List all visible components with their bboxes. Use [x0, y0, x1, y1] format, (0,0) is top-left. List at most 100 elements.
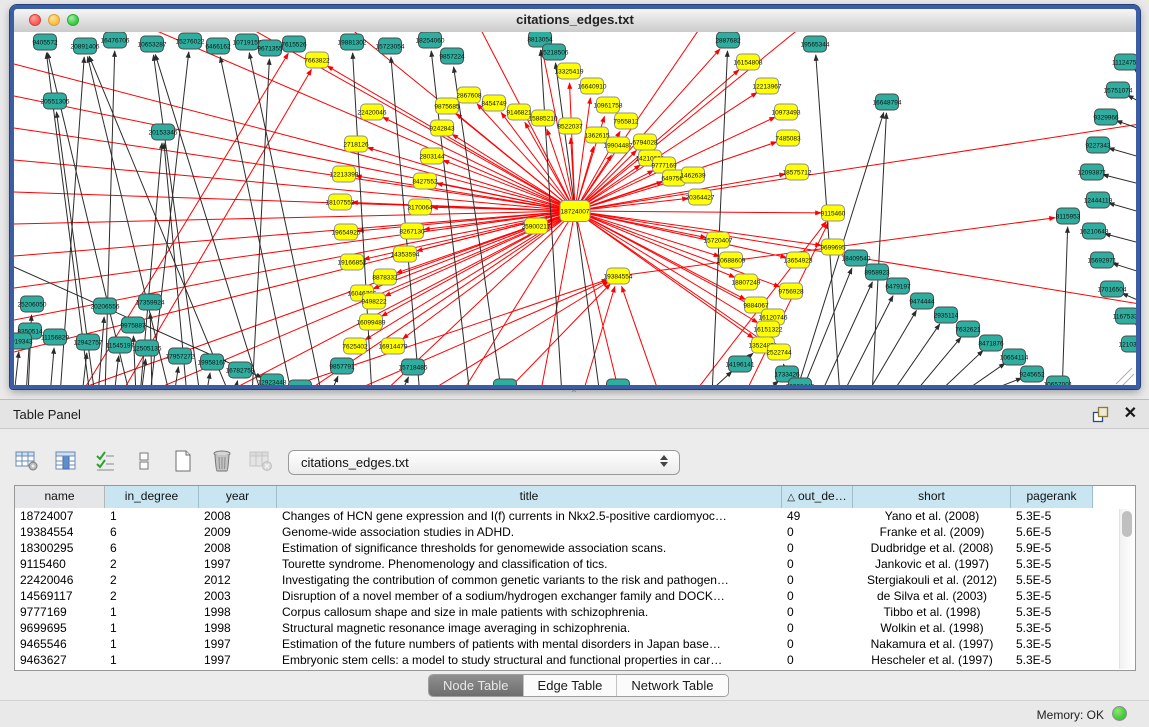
tab-node-table[interactable]: Node Table [429, 675, 523, 696]
table-cell[interactable]: 2 [105, 588, 199, 604]
table-cell[interactable]: 5.3E-5 [1011, 508, 1093, 524]
table-cell[interactable]: 5.6E-5 [1011, 524, 1093, 540]
split-pane-handle[interactable]: ⌃ [567, 390, 581, 399]
table-cell[interactable]: 1998 [199, 620, 277, 636]
table-cell[interactable]: 0 [782, 652, 853, 668]
tab-edge-table[interactable]: Edge Table [523, 675, 617, 696]
table-cell[interactable]: 1 [105, 652, 199, 668]
table-settings-icon[interactable] [14, 448, 40, 474]
table-row[interactable]: 2242004622012Investigating the contribut… [15, 572, 1135, 588]
tab-network-table[interactable]: Network Table [616, 675, 727, 696]
table-cell[interactable]: 5.9E-5 [1011, 540, 1093, 556]
table-cell[interactable]: Wolkin et al. (1998) [853, 620, 1011, 636]
table-cell[interactable]: 22420046 [15, 572, 105, 588]
select-columns-icon[interactable] [92, 448, 118, 474]
table-cell[interactable]: 6 [105, 524, 199, 540]
network-canvas[interactable]: 9405572208914061647670610653287152760226… [14, 32, 1136, 385]
table-cell[interactable]: Yano et al. (2008) [853, 508, 1011, 524]
table-cell[interactable]: 19384554 [15, 524, 105, 540]
table-cell[interactable]: 1 [105, 636, 199, 652]
table-cell[interactable]: 1998 [199, 604, 277, 620]
table-cell[interactable]: 1997 [199, 636, 277, 652]
column-header-pagerank[interactable]: pagerank [1011, 486, 1093, 508]
table-cell[interactable]: 5.3E-5 [1011, 652, 1093, 668]
table-cell[interactable]: 0 [782, 556, 853, 572]
table-cell[interactable]: 9463627 [15, 652, 105, 668]
table-cell[interactable]: Changes of HCN gene expression and I(f) … [277, 508, 782, 524]
show-columns-icon[interactable] [53, 448, 79, 474]
table-cell[interactable]: 0 [782, 604, 853, 620]
table-cell[interactable]: 2003 [199, 588, 277, 604]
table-cell[interactable]: 1 [105, 508, 199, 524]
table-cell[interactable]: de Silva et al. (2003) [853, 588, 1011, 604]
network-canvas-area[interactable]: 9405572208914061647670610653287152760226… [14, 32, 1136, 385]
table-cell[interactable]: 18724007 [15, 508, 105, 524]
table-cell[interactable]: Tourette syndrome. Phenomenology and cla… [277, 556, 782, 572]
table-cell[interactable]: 14569117 [15, 588, 105, 604]
minimize-window-button[interactable] [48, 14, 60, 26]
delete-column-icon[interactable] [209, 448, 235, 474]
table-cell[interactable]: 1 [105, 604, 199, 620]
table-cell[interactable]: Hescheler et al. (1997) [853, 652, 1011, 668]
table-cell[interactable]: 1997 [199, 556, 277, 572]
table-scrollbar[interactable] [1119, 509, 1135, 669]
table-row[interactable]: 946362711997Embryonic stem cells: a mode… [15, 652, 1135, 668]
table-cell[interactable]: Jankovic et al. (1997) [853, 556, 1011, 572]
memory-ok-indicator[interactable] [1112, 706, 1127, 721]
table-cell[interactable]: Disruption of a novel member of a sodium… [277, 588, 782, 604]
table-cell[interactable]: 2012 [199, 572, 277, 588]
table-cell[interactable]: 2 [105, 572, 199, 588]
table-cell[interactable]: Embryonic stem cells: a model to study s… [277, 652, 782, 668]
table-cell[interactable]: 5.3E-5 [1011, 620, 1093, 636]
table-cell[interactable]: Tibbo et al. (1998) [853, 604, 1011, 620]
scrollbar-thumb[interactable] [1122, 511, 1132, 537]
column-header-name[interactable]: name [15, 486, 105, 508]
table-cell[interactable]: 0 [782, 524, 853, 540]
table-cell[interactable]: 49 [782, 508, 853, 524]
close-window-button[interactable] [29, 14, 41, 26]
table-cell[interactable]: 0 [782, 572, 853, 588]
table-row[interactable]: 911546021997Tourette syndrome. Phenomeno… [15, 556, 1135, 572]
new-column-icon[interactable] [170, 448, 196, 474]
table-cell[interactable]: 6 [105, 540, 199, 556]
table-cell[interactable]: Estimation of the future numbers of pati… [277, 636, 782, 652]
table-cell[interactable]: 9465546 [15, 636, 105, 652]
column-header-title[interactable]: title [277, 486, 782, 508]
table-selector-dropdown[interactable]: citations_edges.txt [288, 450, 680, 475]
network-window-titlebar[interactable]: citations_edges.txt [14, 9, 1136, 33]
table-row[interactable]: 969969511998Structural magnetic resonanc… [15, 620, 1135, 636]
delete-table-icon[interactable] [248, 448, 274, 474]
close-panel-icon[interactable]: ✕ [1124, 404, 1137, 424]
table-cell[interactable]: Dudbridge et al. (2008) [853, 540, 1011, 556]
column-header-short[interactable]: short [853, 486, 1011, 508]
table-cell[interactable]: 18300295 [15, 540, 105, 556]
table-row[interactable]: 1830029562008Estimation of significance … [15, 540, 1135, 556]
table-row[interactable]: 1456911722003Disruption of a novel membe… [15, 588, 1135, 604]
table-cell[interactable]: 2008 [199, 540, 277, 556]
table-cell[interactable]: 5.3E-5 [1011, 556, 1093, 572]
row-height-icon[interactable] [131, 448, 157, 474]
table-cell[interactable]: 1997 [199, 652, 277, 668]
graph-node[interactable] [289, 380, 312, 385]
table-cell[interactable]: 2 [105, 556, 199, 572]
table-row[interactable]: 946554611997Estimation of the future num… [15, 636, 1135, 652]
table-cell[interactable]: Structural magnetic resonance image aver… [277, 620, 782, 636]
zoom-window-button[interactable] [67, 14, 79, 26]
table-row[interactable]: 1938455462009Genome-wide association stu… [15, 524, 1135, 540]
table-cell[interactable]: 0 [782, 620, 853, 636]
table-cell[interactable]: Genome-wide association studies in ADHD. [277, 524, 782, 540]
table-cell[interactable]: 1 [105, 620, 199, 636]
table-cell[interactable]: 5.3E-5 [1011, 636, 1093, 652]
table-cell[interactable]: 0 [782, 636, 853, 652]
table-cell[interactable]: 9777169 [15, 604, 105, 620]
table-cell[interactable]: 9699695 [15, 620, 105, 636]
table-cell[interactable]: 0 [782, 588, 853, 604]
table-cell[interactable]: 9115460 [15, 556, 105, 572]
table-cell[interactable]: 2009 [199, 524, 277, 540]
table-cell[interactable]: 2008 [199, 508, 277, 524]
table-cell[interactable]: 0 [782, 540, 853, 556]
column-header-in_degree[interactable]: in_degree [105, 486, 199, 508]
table-row[interactable]: 977716911998Corpus callosum shape and si… [15, 604, 1135, 620]
table-cell[interactable]: Stergiakouli et al. (2012) [853, 572, 1011, 588]
table-cell[interactable]: Estimation of significance thresholds fo… [277, 540, 782, 556]
